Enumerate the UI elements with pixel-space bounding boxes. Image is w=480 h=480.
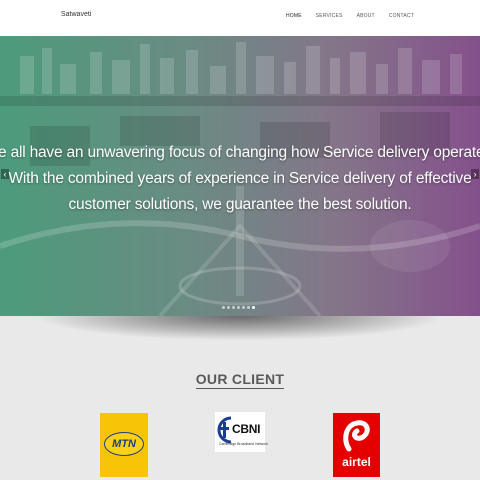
nav-link-contact[interactable]: CONTACT (389, 12, 414, 20)
nav-link-services[interactable]: SERVICES (316, 12, 343, 20)
mtn-logo-text: MTN (112, 438, 136, 450)
carousel-indicator[interactable] (227, 306, 230, 309)
carousel-indicator[interactable] (247, 306, 250, 309)
cbni-logo-text: CBNI (232, 422, 261, 436)
airtel-swirl-icon (343, 420, 370, 452)
carousel-indicator[interactable] (237, 306, 240, 309)
hero-caption: We all have an unwavering focus of chang… (0, 144, 480, 213)
carousel-indicator[interactable] (242, 306, 245, 309)
chevron-right-icon: › (473, 169, 477, 179)
nav-link-home[interactable]: HOME (286, 12, 302, 20)
clients-section-title: OUR CLIENT (0, 371, 480, 389)
client-logo-mtn: MTN (100, 413, 148, 477)
client-logo-cbni: CBNI Cambridge Broadband Network (215, 412, 269, 452)
carousel-indicator[interactable] (232, 306, 235, 309)
cbni-emblem-icon (217, 416, 232, 444)
carousel-prev-button[interactable]: ‹ (1, 169, 9, 179)
chevron-left-icon: ‹ (3, 169, 7, 179)
carousel-indicator-active[interactable] (252, 306, 255, 309)
nav-links: HOME SERVICES ABOUT CONTACT (272, 12, 414, 20)
hero-carousel: We all have an unwavering focus of chang… (0, 36, 480, 316)
cbni-logo-tagline: Cambridge Broadband Network (219, 442, 269, 446)
airtel-logo-text: airtel (342, 455, 371, 469)
brand-link[interactable]: Satwaveti (61, 11, 91, 18)
client-logo-airtel: airtel (333, 413, 380, 477)
hero-drop-shadow (40, 316, 440, 340)
carousel-next-button[interactable]: › (471, 169, 479, 179)
carousel-indicator[interactable] (222, 306, 225, 309)
nav-link-about[interactable]: ABOUT (357, 12, 375, 20)
carousel-indicators (222, 306, 255, 309)
clients-title-text: OUR CLIENT (195, 371, 285, 389)
navbar: Satwaveti HOME SERVICES ABOUT CONTACT (0, 0, 480, 36)
